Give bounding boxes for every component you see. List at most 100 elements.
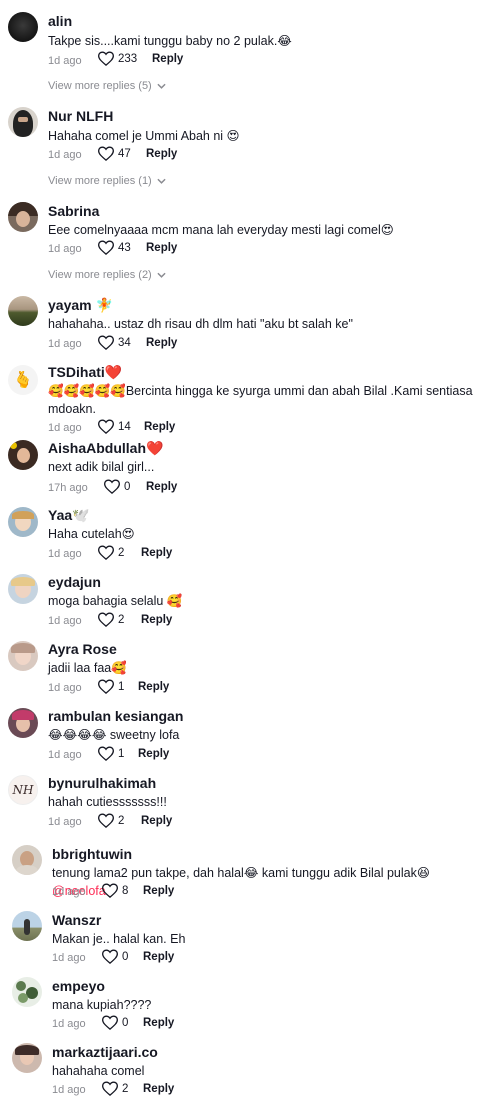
comment-username[interactable]: markaztijaari.co (52, 1043, 158, 1061)
comment-time: 1d ago (48, 682, 82, 694)
avatar[interactable]: 🫰 (8, 365, 38, 395)
like-button[interactable]: 2 (98, 612, 124, 627)
comment-username[interactable]: TSDihati❤️ (48, 363, 122, 381)
comment-username[interactable]: empeyo (52, 977, 105, 995)
comment-text: 🥰🥰🥰🥰🥰Bercinta hingga ke syurga ummi dan … (48, 384, 473, 416)
comment-username[interactable]: alin (48, 12, 72, 30)
heart-outline-icon (98, 335, 114, 350)
comment-username[interactable]: bbrightuwin (52, 845, 132, 863)
reply-button[interactable]: Reply (141, 547, 172, 559)
reply-button[interactable]: Reply (143, 1017, 174, 1029)
comment-time: 1d ago (48, 816, 82, 828)
heart-outline-icon (98, 419, 114, 434)
comment-username[interactable]: AishaAbdullah❤️ (48, 439, 163, 457)
comment-text: hahah cutiesssssss!!! (48, 795, 167, 809)
reply-button[interactable]: Reply (143, 951, 174, 963)
comment-time: 1d ago (48, 338, 82, 350)
reply-button[interactable]: Reply (138, 681, 169, 693)
like-count: 1 (118, 680, 125, 693)
like-button[interactable]: 1 (98, 746, 124, 761)
comment-username[interactable]: rambulan kesiangan (48, 707, 183, 725)
like-button[interactable]: 0 (102, 949, 128, 964)
reply-button[interactable]: Reply (152, 53, 183, 65)
chevron-down-icon (157, 272, 166, 278)
reply-button[interactable]: Reply (141, 614, 172, 626)
reply-button[interactable]: Reply (144, 421, 175, 433)
like-button[interactable]: 14 (98, 419, 131, 434)
like-button[interactable]: 1 (98, 679, 124, 694)
like-count: 2 (118, 613, 125, 626)
reply-button[interactable]: Reply (146, 242, 177, 254)
reply-button[interactable]: Reply (138, 748, 169, 760)
comment-text: Hahaha comel je Ummi Abah ni 😍 (48, 129, 240, 143)
like-count: 233 (118, 52, 138, 65)
heart-outline-icon (98, 612, 114, 627)
like-button[interactable]: 34 (98, 335, 131, 350)
comment-username[interactable]: Ayra Rose (48, 640, 117, 658)
avatar[interactable] (8, 107, 38, 137)
view-more-replies-button[interactable]: View more replies (2) (48, 269, 166, 281)
avatar[interactable] (8, 574, 38, 604)
heart-outline-icon (98, 813, 114, 828)
like-count: 2 (122, 1082, 129, 1095)
comment-text: Eee comelnyaaaa mcm mana lah everyday me… (48, 223, 394, 237)
view-more-label: View more replies (2) (48, 269, 152, 281)
comment-username[interactable]: eydajun (48, 573, 101, 591)
avatar[interactable] (8, 708, 38, 738)
avatar[interactable]: NH (8, 775, 38, 805)
like-count: 0 (124, 480, 131, 493)
heart-outline-icon (102, 1015, 118, 1030)
reply-button[interactable]: Reply (146, 148, 177, 160)
comment-time: 1d ago (52, 1084, 86, 1096)
comment-time: 1d ago (48, 149, 82, 161)
comment-username[interactable]: Yaa🕊️ (48, 506, 90, 524)
comment-time: 1d ago (52, 1018, 86, 1030)
like-button[interactable]: 0 (102, 1015, 128, 1030)
avatar[interactable] (8, 202, 38, 232)
like-button[interactable]: 2 (98, 545, 124, 560)
comment-time: 1d ago (48, 749, 82, 761)
comment-username[interactable]: Wanszr (52, 911, 101, 929)
avatar[interactable] (12, 1043, 42, 1073)
like-count: 2 (118, 546, 125, 559)
comment-username[interactable]: bynurulhakimah (48, 774, 156, 792)
comment-text: Haha cutelah😍 (48, 527, 135, 541)
comment-time: 17h ago (48, 482, 88, 494)
like-button[interactable]: 43 (98, 240, 131, 255)
heart-outline-icon (98, 240, 114, 255)
avatar[interactable] (12, 977, 42, 1007)
avatar[interactable] (8, 12, 38, 42)
reply-button[interactable]: Reply (146, 481, 177, 493)
avatar[interactable] (8, 641, 38, 671)
avatar[interactable] (12, 845, 42, 875)
like-count: 0 (122, 950, 129, 963)
comment-text: hahahaha.. ustaz dh risau dh dlm hati "a… (48, 317, 353, 331)
reply-button[interactable]: Reply (141, 815, 172, 827)
comment-username[interactable]: Sabrina (48, 202, 99, 220)
like-button[interactable]: 8 (102, 883, 128, 898)
reply-button[interactable]: Reply (143, 885, 174, 897)
view-more-replies-button[interactable]: View more replies (5) (48, 80, 166, 92)
reply-button[interactable]: Reply (146, 337, 177, 349)
heart-outline-icon (98, 146, 114, 161)
reply-button[interactable]: Reply (143, 1083, 174, 1095)
comment-text: mana kupiah???? (52, 998, 152, 1012)
avatar[interactable] (8, 440, 38, 470)
avatar[interactable] (12, 911, 42, 941)
like-count: 8 (122, 884, 129, 897)
like-button[interactable]: 0 (104, 479, 130, 494)
comment-text: Makan je.. halal kan. Eh (52, 932, 186, 946)
view-more-label: View more replies (1) (48, 175, 152, 187)
view-more-replies-button[interactable]: View more replies (1) (48, 175, 166, 187)
like-button[interactable]: 233 (98, 51, 137, 66)
like-count: 14 (118, 420, 131, 433)
like-count: 34 (118, 336, 131, 349)
avatar[interactable] (8, 296, 38, 326)
heart-outline-icon (98, 746, 114, 761)
comment-username[interactable]: Nur NLFH (48, 107, 113, 125)
comment-username[interactable]: yayam 🧚 (48, 296, 113, 314)
avatar[interactable] (8, 507, 38, 537)
like-button[interactable]: 47 (98, 146, 131, 161)
like-button[interactable]: 2 (98, 813, 124, 828)
like-button[interactable]: 2 (102, 1081, 128, 1096)
